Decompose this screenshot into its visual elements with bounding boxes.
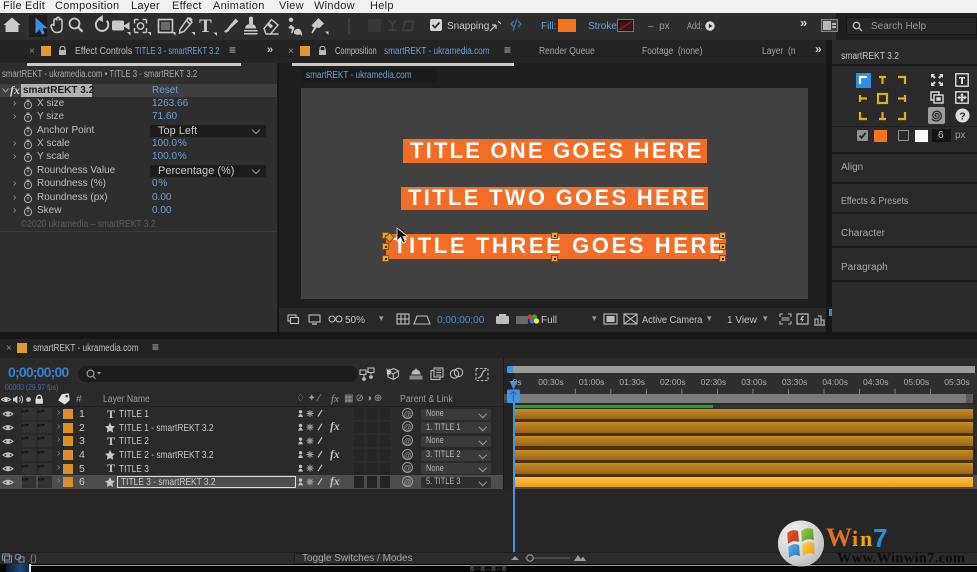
svg-text:n: n [860, 526, 872, 551]
svg-text:W: W [826, 523, 852, 552]
svg-text:Www.Winwin7.com: Www.Winwin7.com [837, 551, 965, 567]
svg-text:i: i [852, 526, 858, 551]
svg-text:T: T [199, 16, 212, 37]
svg-text:{ }: { } [30, 553, 37, 563]
svg-text:?: ? [959, 110, 965, 122]
svg-text:7: 7 [873, 523, 887, 553]
